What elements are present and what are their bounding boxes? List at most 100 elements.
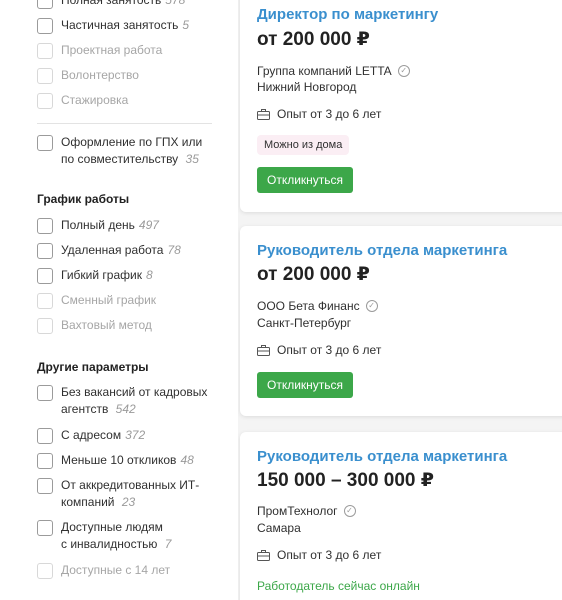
filter-label: Вахтовый метод — [61, 318, 152, 332]
checkbox[interactable] — [37, 520, 53, 536]
company-label: ПромТехнолог — [257, 504, 338, 518]
filter-count: 35 — [185, 152, 199, 166]
briefcase-icon — [257, 108, 270, 120]
filter-gph[interactable]: Оформление по ГПХ или по совместительств… — [37, 134, 202, 168]
filter-count: 7 — [164, 537, 172, 551]
filter-count: 78 — [167, 243, 181, 257]
briefcase-icon — [257, 549, 270, 561]
filter-label: по совместительству — [61, 152, 179, 166]
checkbox[interactable] — [37, 428, 53, 444]
checkbox[interactable] — [37, 135, 53, 151]
schedule-title: График работы — [37, 192, 130, 206]
filter-label: Меньше 10 откликов — [61, 453, 177, 467]
vacancy-city: Нижний Новгород — [257, 80, 357, 94]
other-params-title: Другие параметры — [37, 360, 149, 374]
filter-label: с инвалидностью — [61, 537, 158, 551]
filter-label: Волонтерство — [61, 68, 139, 82]
company-label: Группа компаний LETTA — [257, 64, 392, 78]
filter-count: 23 — [121, 495, 136, 509]
filter-internship: Стажировка — [37, 92, 128, 109]
filter-count: 542 — [115, 402, 136, 416]
filter-count: 8 — [145, 268, 153, 282]
checkbox — [37, 68, 53, 84]
briefcase-icon — [257, 344, 270, 356]
vacancy-salary: от 200 000 ₽ — [257, 264, 370, 285]
vacancy-city: Санкт-Петербург — [257, 316, 352, 330]
checkbox[interactable] — [37, 18, 53, 34]
vacancy-experience: Опыт от 3 до 6 лет — [257, 548, 381, 562]
filter-label: Полный день — [61, 218, 135, 232]
vacancy-title-link[interactable]: Руководитель отдела маркетинга — [257, 242, 507, 259]
vacancy-card: Руководитель отдела маркетинга от 200 00… — [240, 226, 562, 416]
filter-label: От аккредитованных ИТ- — [61, 478, 200, 492]
filter-label: Стажировка — [61, 93, 129, 107]
filter-rotation: Вахтовый метод — [37, 317, 152, 334]
filter-remote[interactable]: Удаленная работа 78 — [37, 242, 181, 259]
checkbox[interactable] — [37, 0, 53, 9]
vacancy-salary: 150 000 – 300 000 ₽ — [257, 470, 434, 491]
checkbox[interactable] — [37, 268, 53, 284]
filter-label: агентств — [61, 402, 109, 416]
filter-label-block: Оформление по ГПХ или по совместительств… — [61, 134, 202, 168]
filter-label: Гибкий график — [61, 268, 142, 282]
filter-accredited-it[interactable]: От аккредитованных ИТ- компаний 23 — [37, 477, 199, 511]
check-circle-icon: ✓ — [365, 300, 378, 312]
filter-volunteering: Волонтерство — [37, 67, 139, 84]
filter-flexible[interactable]: Гибкий график 8 — [37, 267, 153, 284]
filter-full-day[interactable]: Полный день 497 — [37, 217, 159, 234]
filter-count: 5 — [182, 18, 190, 32]
checkbox[interactable] — [37, 218, 53, 234]
company-label: ООО Бета Финанс — [257, 299, 360, 313]
filter-part-time[interactable]: Частичная занятость 5 — [37, 17, 189, 34]
checkbox — [37, 563, 53, 579]
filter-label: Полная занятость — [61, 0, 162, 7]
checkbox — [37, 293, 53, 309]
filter-label: Без вакансий от кадровых — [61, 385, 208, 399]
checkbox[interactable] — [37, 243, 53, 259]
filter-count: 497 — [138, 218, 159, 232]
checkbox — [37, 43, 53, 59]
filter-label-block: От аккредитованных ИТ- компаний 23 — [61, 477, 199, 511]
filter-few-responses[interactable]: Меньше 10 откликов 48 — [37, 452, 194, 469]
vacancy-title-link[interactable]: Руководитель отдела маркетинга — [257, 448, 507, 465]
vacancy-card: Руководитель отдела маркетинга 150 000 –… — [240, 432, 562, 600]
vacancy-card: Директор по маркетингу от 200 000 ₽ Груп… — [240, 0, 562, 212]
filter-count: 48 — [180, 453, 194, 467]
vacancy-experience: Опыт от 3 до 6 лет — [257, 343, 381, 357]
respond-button[interactable]: Откликнуться — [257, 167, 354, 193]
vacancy-title-link[interactable]: Директор по маркетингу — [257, 6, 438, 23]
experience-label: Опыт от 3 до 6 лет — [277, 343, 382, 357]
respond-button[interactable]: Откликнуться — [257, 372, 354, 398]
filter-label: Проектная работа — [61, 43, 163, 57]
filter-label-block: Доступные людям с инвалидностью 7 — [61, 519, 171, 553]
vacancy-salary: от 200 000 ₽ — [257, 29, 370, 50]
vacancy-city: Самара — [257, 521, 301, 535]
company-name[interactable]: ООО Бета Финанс ✓ — [257, 299, 378, 313]
filter-from-14: Доступные с 14 лет — [37, 562, 170, 579]
filter-full-employment[interactable]: Полная занятость 578 — [37, 0, 185, 9]
filter-count: 578 — [165, 0, 186, 7]
check-circle-icon: ✓ — [343, 505, 356, 517]
filter-label: компаний — [61, 495, 115, 509]
company-name[interactable]: Группа компаний LETTA ✓ — [257, 64, 410, 78]
filters-sidebar: Полная занятость 578 Частичная занятость… — [0, 0, 232, 600]
filter-with-address[interactable]: С адресом 372 — [37, 427, 145, 444]
filter-label: Удаленная работа — [61, 243, 164, 257]
vacancy-list: Директор по маркетингу от 200 000 ₽ Груп… — [238, 0, 562, 600]
filter-count: 372 — [125, 428, 146, 442]
checkbox[interactable] — [37, 385, 53, 401]
filter-label: Доступные людям — [61, 520, 163, 534]
divider — [37, 123, 212, 124]
filter-no-agencies[interactable]: Без вакансий от кадровых агентств 542 — [37, 384, 207, 418]
company-name[interactable]: ПромТехнолог ✓ — [257, 504, 356, 518]
checkbox[interactable] — [37, 478, 53, 494]
checkbox[interactable] — [37, 453, 53, 469]
filter-shift: Сменный график — [37, 292, 156, 309]
vacancy-experience: Опыт от 3 до 6 лет — [257, 107, 381, 121]
checkbox — [37, 93, 53, 109]
filter-label: Частичная занятость — [61, 18, 179, 32]
check-circle-icon: ✓ — [397, 65, 410, 77]
filter-accessible[interactable]: Доступные людям с инвалидностью 7 — [37, 519, 171, 553]
checkbox — [37, 318, 53, 334]
employer-online-status: Работодатель сейчас онлайн — [257, 579, 420, 593]
